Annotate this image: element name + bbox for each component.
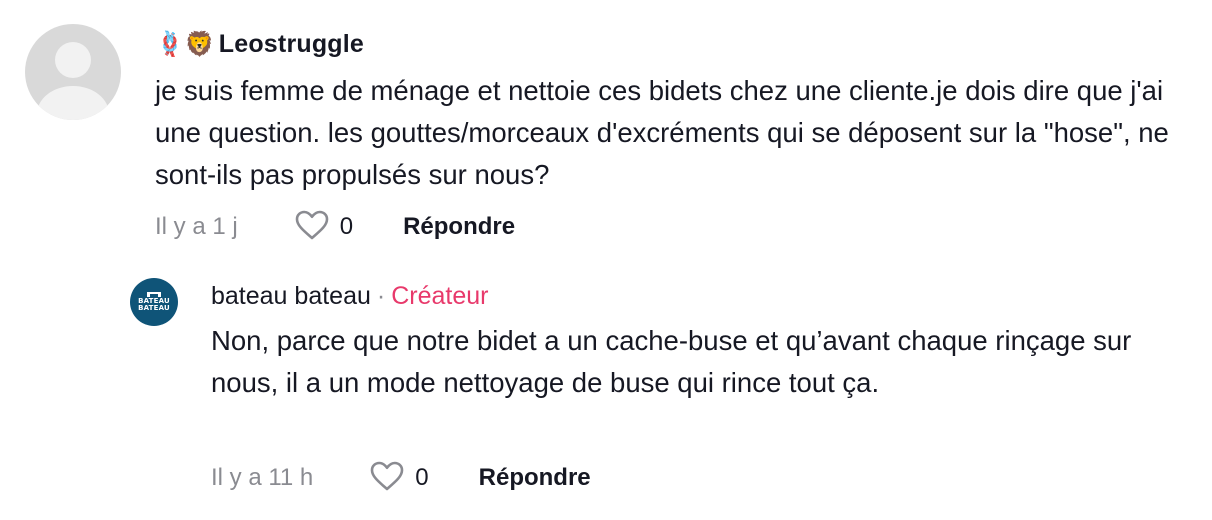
reply-reply-button[interactable]: Répondre xyxy=(479,464,591,492)
reply-actions: Il y a 11 h 0 Répondre xyxy=(211,461,591,495)
reply-like-button[interactable]: 0 xyxy=(369,460,429,497)
reply-username[interactable]: bateau bateau xyxy=(211,282,371,311)
reply-button[interactable]: Répondre xyxy=(403,213,515,241)
separator-dot: · xyxy=(376,281,386,310)
creator-avatar[interactable]: BATEAU BATEAU xyxy=(130,278,178,326)
username-emoji-decoration: 🪢🦁 xyxy=(155,30,215,58)
comment-author-row: 🪢🦁 Leostruggle xyxy=(155,28,364,60)
reply-author-row: bateau bateau · Créateur xyxy=(211,279,488,313)
heart-outline-icon xyxy=(294,209,330,246)
comment-text: je suis femme de ménage et nettoie ces b… xyxy=(155,75,1169,190)
like-button[interactable]: 0 xyxy=(294,209,353,246)
like-count: 0 xyxy=(339,213,354,240)
avatar-logo-text-2: BATEAU xyxy=(138,304,170,312)
avatar-placeholder-head xyxy=(55,42,91,78)
user-avatar[interactable] xyxy=(25,24,121,120)
reply-text: Non, parce que notre bidet a un cache-bu… xyxy=(211,325,1132,398)
creator-badge: Créateur xyxy=(391,281,489,310)
avatar-placeholder-body xyxy=(37,86,109,120)
heart-outline-icon xyxy=(369,460,405,497)
comment-username[interactable]: Leostruggle xyxy=(219,30,364,59)
reply-like-count: 0 xyxy=(415,464,429,491)
comment-timestamp: Il y a 1 j xyxy=(155,213,238,240)
comment-actions: Il y a 1 j 0 Répondre xyxy=(155,210,515,244)
reply-timestamp: Il y a 11 h xyxy=(211,464,314,491)
